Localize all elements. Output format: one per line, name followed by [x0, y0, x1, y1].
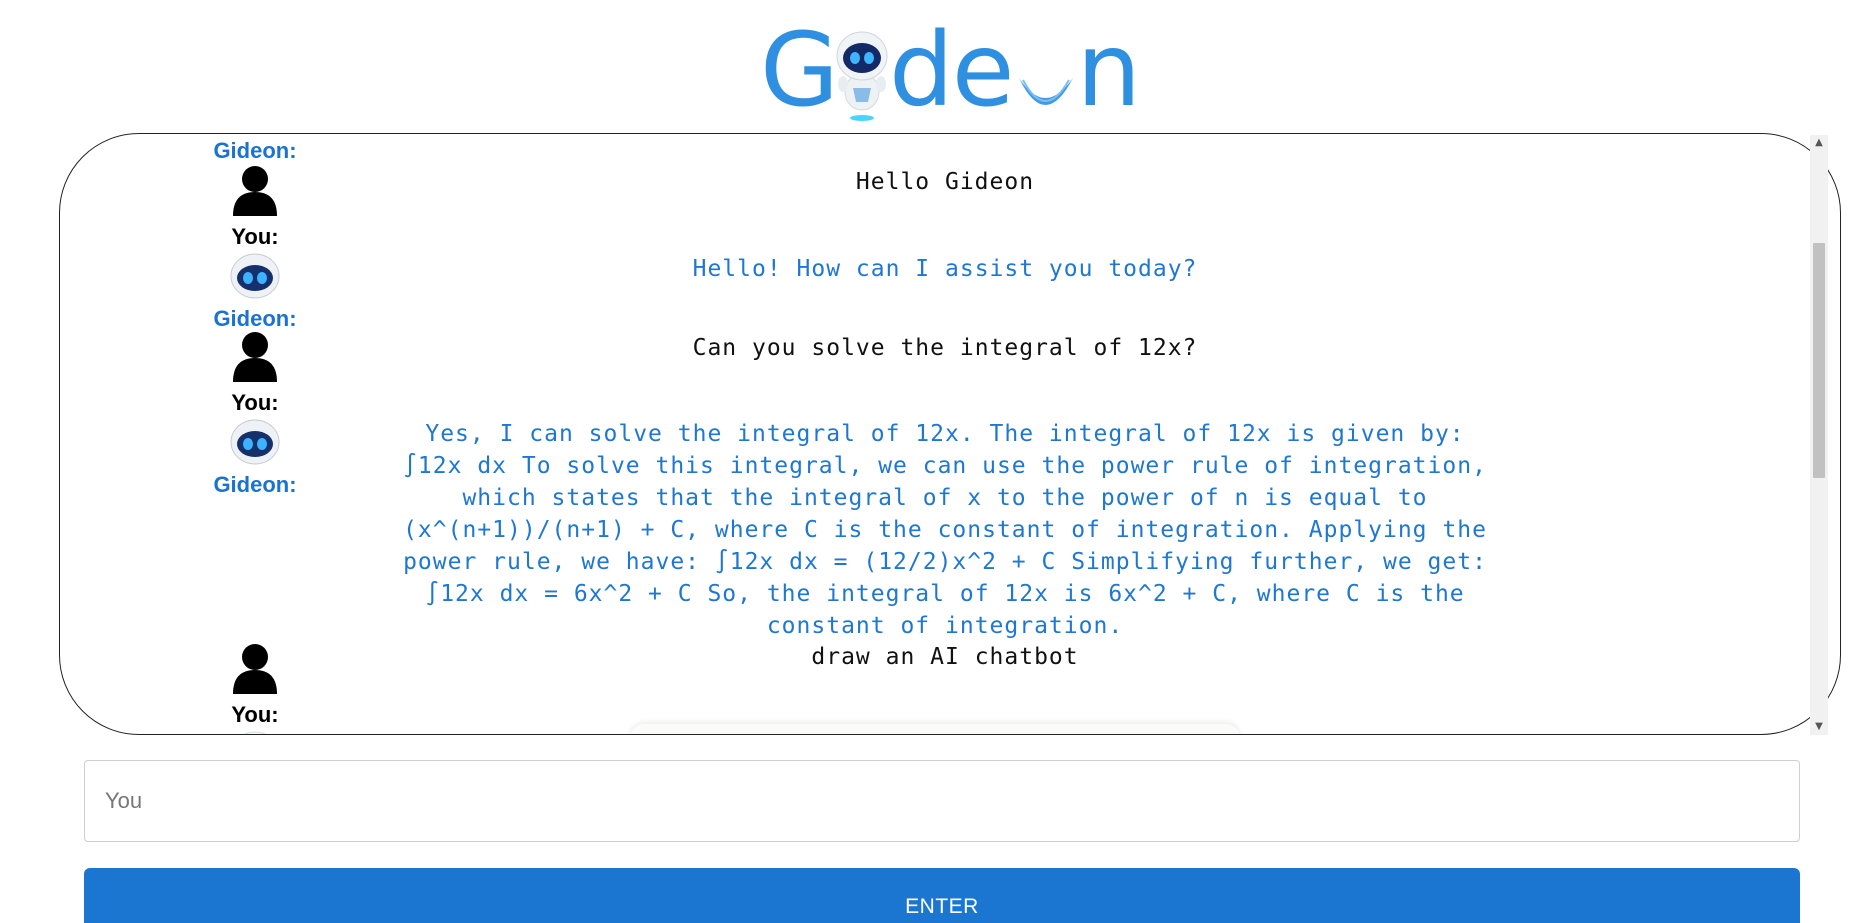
logo-robot-icon — [831, 22, 893, 122]
message-input[interactable] — [84, 760, 1800, 842]
scroll-down-arrow-icon[interactable]: ▼ — [1810, 719, 1828, 735]
speaker-label-you: You: — [231, 224, 279, 249]
logo-crescent-icon — [1013, 22, 1077, 122]
speaker-label-gideon: Gideon: — [213, 306, 297, 331]
message-user: Can you solve the integral of 12x? — [692, 335, 1198, 361]
robot-avatar-icon — [225, 728, 285, 734]
chat-page: G de n Gideon: You: Hello Gideon Gideon:… — [0, 0, 1869, 923]
chat-scrollbar[interactable]: ▲ ▼ — [1810, 135, 1828, 735]
chat-history-panel[interactable]: Gideon: You: Hello Gideon Gideon: Hello!… — [59, 133, 1841, 735]
message-user: Hello Gideon — [855, 169, 1035, 195]
image-card-preview — [630, 724, 1240, 734]
message-bot: Hello! How can I assist you today? — [692, 256, 1198, 282]
robot-avatar-icon — [225, 416, 285, 468]
speaker-label-gideon: Gideon: — [213, 472, 297, 497]
speaker-label-you: You: — [231, 390, 279, 415]
user-avatar-icon — [225, 164, 285, 216]
logo-letters-de: de — [889, 11, 1014, 130]
speaker-label-gideon: Gideon: — [213, 138, 297, 163]
message-user: draw an AI chatbot — [811, 644, 1079, 670]
scroll-up-arrow-icon[interactable]: ▲ — [1810, 135, 1828, 151]
enter-button[interactable]: ENTER — [84, 868, 1800, 923]
logo-letter-n: n — [1076, 11, 1142, 130]
gideon-logo: G de n — [760, 11, 1142, 130]
logo-letter-g: G — [760, 11, 839, 130]
scrollbar-thumb[interactable] — [1813, 243, 1825, 478]
speaker-label-you: You: — [231, 702, 279, 727]
robot-avatar-icon — [225, 250, 285, 302]
user-avatar-icon — [225, 330, 285, 382]
chat-scroll-area[interactable]: Gideon: You: Hello Gideon Gideon: Hello!… — [60, 134, 1840, 734]
user-avatar-icon — [225, 642, 285, 694]
message-bot: Yes, I can solve the integral of 12x. Th… — [403, 421, 1487, 639]
